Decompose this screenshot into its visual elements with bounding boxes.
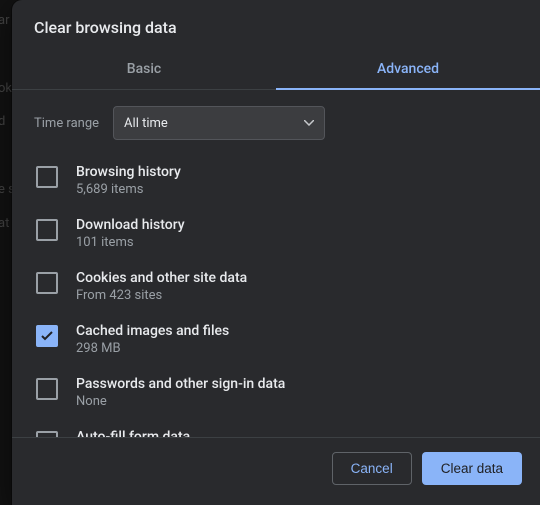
- checkbox[interactable]: [36, 272, 58, 294]
- list-item-title: Cookies and other site data: [76, 270, 247, 286]
- dialog-title: Clear browsing data: [12, 0, 540, 51]
- list-item: Browsing history 5,689 items: [34, 154, 518, 207]
- checkbox[interactable]: [36, 166, 58, 188]
- list-item-subtitle: 298 MB: [76, 341, 229, 356]
- dialog-body: Time range All time Browsing history 5,68…: [12, 90, 540, 437]
- cancel-button-label: Cancel: [351, 461, 393, 476]
- tab-advanced[interactable]: Advanced: [276, 51, 540, 89]
- list-item: Auto-fill form data: [34, 419, 518, 437]
- list-item-title: Cached images and files: [76, 323, 229, 339]
- clear-data-button[interactable]: Clear data: [422, 452, 522, 485]
- tab-basic[interactable]: Basic: [12, 51, 276, 89]
- tab-advanced-label: Advanced: [377, 61, 439, 77]
- checkbox[interactable]: [36, 325, 58, 347]
- time-range-select[interactable]: All time: [113, 106, 325, 140]
- time-range-row: Time range All time: [34, 106, 518, 140]
- list-item-subtitle: 5,689 items: [76, 182, 181, 197]
- list-item-texts: Passwords and other sign-in data None: [76, 376, 285, 409]
- list-item-texts: Auto-fill form data: [76, 429, 190, 437]
- list-item: Download history 101 items: [34, 207, 518, 260]
- list-item-subtitle: 101 items: [76, 235, 185, 250]
- list-item-texts: Browsing history 5,689 items: [76, 164, 181, 197]
- checkbox[interactable]: [36, 219, 58, 241]
- list-item-subtitle: None: [76, 394, 285, 409]
- list-item-texts: Cached images and files 298 MB: [76, 323, 229, 356]
- list-item-texts: Cookies and other site data From 423 site…: [76, 270, 247, 303]
- list-item-title: Passwords and other sign-in data: [76, 376, 285, 392]
- cancel-button[interactable]: Cancel: [332, 452, 412, 485]
- chevron-down-icon: [304, 120, 314, 126]
- checkbox[interactable]: [36, 378, 58, 400]
- list-item: Passwords and other sign-in data None: [34, 366, 518, 419]
- list-item-subtitle: From 423 sites: [76, 288, 247, 303]
- clear-browsing-data-dialog: Clear browsing data Basic Advanced Time …: [12, 0, 540, 505]
- list-item: Cookies and other site data From 423 site…: [34, 260, 518, 313]
- dialog-footer: Cancel Clear data: [12, 438, 540, 505]
- list-item-title: Auto-fill form data: [76, 429, 190, 437]
- tabs: Basic Advanced: [12, 51, 540, 90]
- data-type-list: Browsing history 5,689 items Download hist…: [34, 154, 518, 437]
- list-item-texts: Download history 101 items: [76, 217, 185, 250]
- list-item-title: Download history: [76, 217, 185, 233]
- tab-basic-label: Basic: [127, 61, 161, 77]
- time-range-value: All time: [124, 116, 168, 131]
- clear-data-button-label: Clear data: [441, 461, 503, 476]
- time-range-label: Time range: [34, 116, 99, 131]
- list-item: Cached images and files 298 MB: [34, 313, 518, 366]
- list-item-title: Browsing history: [76, 164, 181, 180]
